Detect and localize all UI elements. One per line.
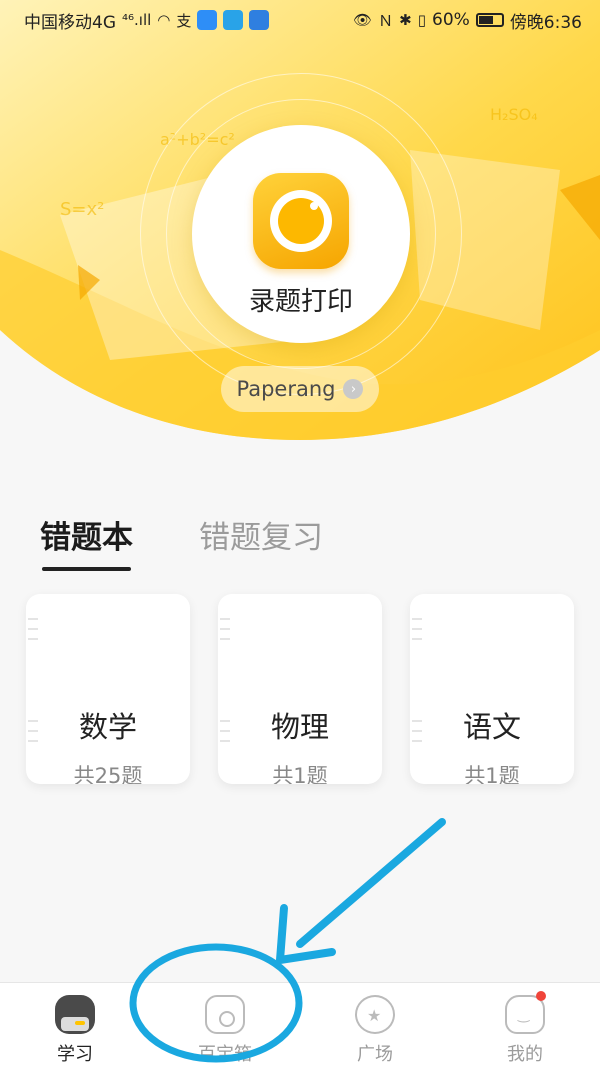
- svg-text:H₂SO₄: H₂SO₄: [490, 105, 538, 124]
- nav-toolbox[interactable]: 百宝箱: [150, 983, 300, 1066]
- battery-icon: [475, 13, 504, 27]
- battery-percent: 60%: [432, 10, 470, 30]
- nav-label: 百宝箱: [198, 1044, 252, 1065]
- nav-label: 广场: [357, 1044, 393, 1065]
- status-bar: 中国移动4G ⁴⁶.ıll ◠ 支 👁 Ｎ ✱ ▯ 60% 傍晚6:36: [0, 0, 600, 40]
- subject-card-math[interactable]: 数学 共25题: [26, 594, 190, 784]
- nfc-icon: Ｎ: [378, 11, 394, 30]
- subject-name: 物理: [270, 710, 329, 744]
- tab-mistake-review[interactable]: 错题复习: [199, 512, 323, 567]
- svg-text:S=x²: S=x²: [60, 199, 104, 220]
- signal-icon: ⁴⁶.ıll: [122, 11, 152, 29]
- toolbox-icon: [205, 995, 245, 1034]
- mistake-tabs: 错题本 错题复习: [40, 512, 323, 571]
- chevron-right-icon: ›: [343, 379, 364, 399]
- annotation-arrow-head: [276, 904, 336, 964]
- alipay-icon: 支: [176, 11, 192, 30]
- notification-badge: [536, 991, 546, 1001]
- bluetooth-icon: ✱: [399, 11, 412, 29]
- paperang-label: Paperang: [236, 377, 336, 401]
- eye-icon: 👁: [353, 11, 373, 29]
- carrier-label: 中国移动4G: [24, 12, 116, 33]
- hero-banner: S=x² a²+b²=c² H₂SO₄ 录题打印 Paperang ›: [0, 0, 600, 470]
- app-notification-icon: [197, 10, 218, 30]
- tab-mistake-book[interactable]: 错题本: [40, 512, 133, 571]
- paperang-device-button[interactable]: Paperang ›: [221, 366, 379, 412]
- plaza-icon: [355, 995, 395, 1034]
- question-count: 共1题: [272, 764, 328, 784]
- nav-label: 我的: [507, 1044, 543, 1065]
- nav-plaza[interactable]: 广场: [300, 983, 450, 1066]
- subject-cards: 数学 共25题 物理 共1题 语文 共1题: [26, 594, 574, 784]
- capture-print-label: 录题打印: [248, 287, 353, 317]
- subject-name: 数学: [78, 710, 137, 744]
- bottom-navigation: 学习 百宝箱 广场 我的: [0, 982, 600, 1066]
- app-notification-icon: [249, 10, 270, 30]
- mail-notification-icon: [223, 10, 244, 30]
- study-icon: [55, 995, 95, 1034]
- capture-print-button[interactable]: 录题打印: [192, 125, 410, 343]
- subject-card-physics[interactable]: 物理 共1题: [218, 594, 382, 784]
- subject-name: 语文: [462, 710, 521, 744]
- question-count: 共25题: [73, 764, 143, 784]
- camera-icon: [253, 173, 349, 269]
- nav-label: 学习: [57, 1044, 93, 1065]
- wifi-icon: ◠: [157, 11, 171, 29]
- clock: 傍晚6:36: [509, 12, 582, 33]
- subject-card-chinese[interactable]: 语文 共1题: [410, 594, 574, 784]
- annotation-arrow-shaft: [296, 818, 446, 948]
- nav-study[interactable]: 学习: [0, 983, 150, 1066]
- vibrate-icon: ▯: [417, 11, 427, 29]
- nav-profile[interactable]: 我的: [450, 983, 600, 1066]
- question-count: 共1题: [464, 764, 520, 784]
